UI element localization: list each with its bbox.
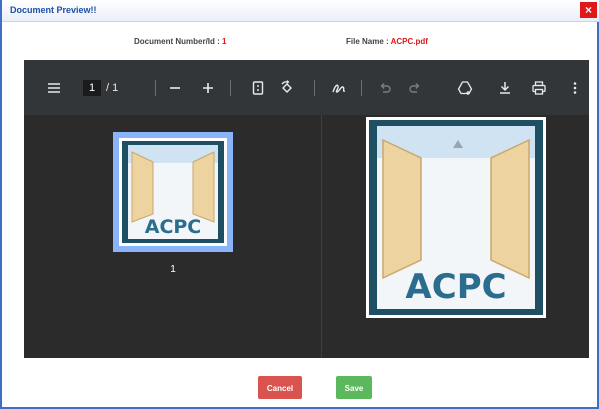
file-name-value: ACPC.pdf (390, 37, 428, 46)
more-icon[interactable] (566, 79, 584, 97)
pdf-page: ACPC (366, 117, 546, 318)
dialog-titlebar: Document Preview!! × (2, 0, 599, 22)
zoom-out-icon[interactable] (166, 79, 184, 97)
dialog-title: Document Preview!! (10, 5, 97, 15)
toolbar-divider (155, 80, 156, 96)
add-drive-icon[interactable] (456, 79, 474, 97)
page-total: / 1 (106, 82, 119, 94)
print-icon[interactable] (530, 79, 548, 97)
acpc-logo-image: ACPC (369, 120, 543, 315)
toolbar-divider (314, 80, 315, 96)
undo-icon[interactable] (376, 79, 394, 97)
logo-text: ACPC (405, 267, 506, 307)
file-name: File Name : ACPC.pdf (346, 37, 428, 46)
download-icon[interactable] (496, 79, 514, 97)
logo-text: ACPC (145, 216, 202, 238)
fit-page-icon[interactable] (249, 79, 267, 97)
document-number-value: 1 (222, 37, 227, 46)
save-button[interactable]: Save (336, 376, 372, 399)
toolbar-divider (361, 80, 362, 96)
page-view-area[interactable]: ACPC (322, 115, 589, 358)
pdf-toolbar: 1 / 1 (24, 60, 589, 115)
zoom-in-icon[interactable] (199, 79, 217, 97)
menu-icon[interactable] (45, 79, 63, 97)
rotate-icon[interactable] (278, 79, 296, 97)
pdf-viewer: 1 / 1 ACPC 1 ACPC (24, 60, 589, 358)
document-preview-dialog: Document Preview!! × Document Number/Id … (0, 0, 599, 409)
annotate-icon[interactable] (330, 79, 348, 97)
thumbnail-sidebar: ACPC 1 (24, 115, 322, 358)
document-number-label: Document Number/Id : (134, 37, 223, 46)
thumbnail-page-number: 1 (170, 264, 176, 275)
page-thumbnail[interactable]: ACPC (113, 132, 233, 252)
document-number: Document Number/Id : 1 (134, 37, 226, 46)
redo-icon[interactable] (406, 79, 424, 97)
close-button[interactable]: × (580, 2, 597, 18)
file-name-label: File Name : (346, 37, 391, 46)
cancel-button[interactable]: Cancel (258, 376, 302, 399)
acpc-logo-thumbnail: ACPC (119, 138, 227, 246)
page-number-input[interactable]: 1 (83, 80, 101, 96)
toolbar-divider (230, 80, 231, 96)
